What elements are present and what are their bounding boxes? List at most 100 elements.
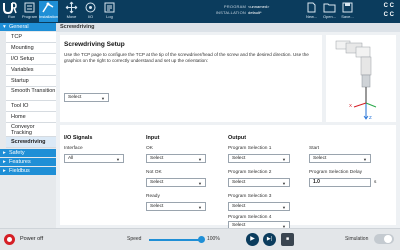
- interface-label: Interface: [64, 146, 83, 151]
- chevron-down-icon: ▼: [116, 157, 120, 162]
- save-button[interactable]: Save...: [338, 1, 357, 22]
- program-selection-4-label: Program Selection 4: [228, 215, 272, 220]
- chevron-down-icon: ▼: [363, 157, 367, 162]
- power-button[interactable]: [4, 234, 15, 245]
- program-icon: [24, 2, 35, 13]
- screwdriver-orientation-icon: [335, 40, 377, 120]
- io-icon: [85, 2, 96, 13]
- new-button[interactable]: New...: [302, 1, 321, 22]
- interface-select[interactable]: All ▼: [64, 154, 124, 163]
- delay-unit-label: s: [374, 180, 377, 185]
- speed-label: Speed: [127, 236, 142, 242]
- bottom-bar: Power off Speed 100% ▶ ▶| ■ Simulation: [0, 228, 400, 250]
- program-selection-delay-input[interactable]: 1.0: [309, 178, 371, 187]
- open-folder-icon: [323, 3, 336, 13]
- start-select[interactable]: Select ▼: [309, 154, 371, 163]
- page-title: Screwdriving: [56, 23, 400, 32]
- program-selection-3-value: Select: [232, 204, 246, 209]
- screwdriver-graphic: X Z: [326, 35, 396, 122]
- chevron-down-icon: ▼: [282, 205, 286, 210]
- not-ok-select[interactable]: Select ▼: [146, 178, 206, 187]
- simulation-label: Simulation: [345, 236, 369, 242]
- ready-label: Ready: [146, 194, 160, 199]
- sidebar-item-variables[interactable]: Variables: [6, 65, 56, 76]
- setup-heading: Screwdriving Setup: [64, 41, 125, 48]
- tab-io[interactable]: I/O: [81, 1, 100, 22]
- chevron-down-icon: ▼: [198, 157, 202, 162]
- ok-label: OK: [146, 146, 153, 151]
- save-icon: [342, 2, 353, 13]
- sidebar-category-features-label: Features: [9, 159, 31, 165]
- io-signals-heading: I/O Signals: [64, 135, 93, 141]
- tcp-select-value: Select: [68, 95, 82, 100]
- tab-move-label: Move: [66, 14, 77, 19]
- sidebar-category-fieldbus[interactable]: ▸ Fieldbus: [0, 167, 56, 176]
- program-selection-3-select[interactable]: Select ▼: [228, 202, 290, 211]
- interface-select-value: All: [68, 156, 74, 161]
- installation-value: default*: [248, 10, 262, 15]
- step-icon: ▶|: [266, 236, 273, 242]
- program-value: <unnamed>: [248, 4, 270, 9]
- axis-x-label: X: [349, 103, 353, 108]
- power-status-label: Power off: [20, 236, 44, 242]
- sidebar: ▾ General TCP Mounting I/O Setup Variable…: [0, 23, 56, 228]
- program-selection-2-select[interactable]: Select ▼: [228, 178, 290, 187]
- io-signals-panel: I/O Signals Interface All ▼ Input OK Sel…: [60, 125, 396, 230]
- installation-icon: [42, 2, 54, 13]
- sidebar-item-conveyor-tracking[interactable]: Conveyor Tracking: [6, 123, 56, 137]
- play-button[interactable]: ▶: [246, 233, 259, 246]
- chevron-down-icon: ▼: [282, 157, 286, 162]
- tab-run[interactable]: Run: [2, 1, 21, 22]
- play-icon: ▶: [250, 236, 255, 242]
- chevron-down-icon: ▼: [282, 181, 286, 186]
- speed-value: 100%: [207, 236, 220, 242]
- program-selection-delay-label: Program Selection Delay: [309, 170, 363, 175]
- chevron-down-icon: ▼: [198, 181, 202, 186]
- new-file-icon: [307, 2, 316, 13]
- stop-button[interactable]: ■: [281, 233, 294, 246]
- cc-bottom-indicator: C C: [383, 12, 394, 18]
- tab-installation[interactable]: Installation: [39, 1, 58, 22]
- speed-slider-handle[interactable]: [198, 236, 205, 243]
- ready-select-value: Select: [150, 204, 164, 209]
- program-selection-3-label: Program Selection 3: [228, 194, 272, 199]
- tab-log[interactable]: Log: [100, 1, 119, 22]
- axis-z-label: Z: [369, 115, 372, 120]
- not-ok-select-value: Select: [150, 180, 164, 185]
- program-selection-1-select[interactable]: Select ▼: [228, 154, 290, 163]
- start-label: Start: [309, 146, 320, 151]
- simulation-toggle[interactable]: [374, 234, 394, 244]
- not-ok-label: Not OK: [146, 170, 162, 175]
- step-button[interactable]: ▶|: [263, 233, 276, 246]
- sidebar-item-smooth-transition[interactable]: Smooth Transition: [6, 87, 56, 101]
- ready-select[interactable]: Select ▼: [146, 202, 206, 211]
- sidebar-item-tool-io[interactable]: Tool IO: [6, 101, 56, 112]
- move-icon: [65, 1, 78, 14]
- open-button[interactable]: Open...: [320, 1, 339, 22]
- setup-description: Use the TCP page to configure the TCP at…: [64, 52, 309, 63]
- tab-installation-label: Installation: [39, 14, 59, 19]
- sidebar-item-tcp[interactable]: TCP: [6, 32, 56, 43]
- input-heading: Input: [146, 135, 160, 141]
- sidebar-category-safety[interactable]: ▸ Safety: [0, 149, 56, 158]
- sidebar-item-home[interactable]: Home: [6, 112, 56, 123]
- sidebar-item-io-setup[interactable]: I/O Setup: [6, 54, 56, 65]
- ok-select-value: Select: [150, 156, 164, 161]
- program-selection-2-label: Program Selection 2: [228, 170, 272, 175]
- sidebar-item-mounting[interactable]: Mounting: [6, 43, 56, 54]
- sidebar-item-startup[interactable]: Startup: [6, 76, 56, 87]
- sidebar-category-features[interactable]: ▸ Features: [0, 158, 56, 167]
- tab-program[interactable]: Program: [20, 1, 39, 22]
- tab-log-label: Log: [106, 14, 113, 19]
- ok-select[interactable]: Select ▼: [146, 154, 206, 163]
- tcp-select[interactable]: Select ▼: [64, 93, 109, 102]
- tab-io-label: I/O: [87, 14, 94, 19]
- speed-slider-track[interactable]: [149, 239, 201, 241]
- tab-move[interactable]: Move: [62, 1, 81, 22]
- stop-icon: ■: [285, 236, 290, 242]
- start-select-value: Select: [313, 156, 327, 161]
- program-info: PROGRAM <unnamed> INSTALLATION default*: [200, 4, 270, 16]
- sidebar-item-screwdriving[interactable]: Screwdriving: [6, 137, 56, 148]
- program-selection-1-value: Select: [232, 156, 246, 161]
- sidebar-category-general[interactable]: ▾ General: [0, 23, 56, 32]
